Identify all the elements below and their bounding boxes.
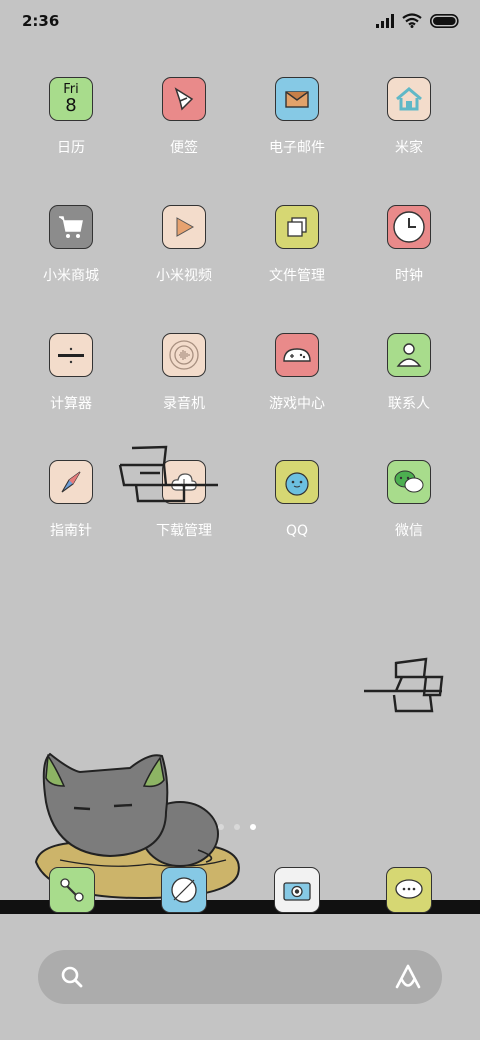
recorder-icon <box>162 333 206 377</box>
app-label: 文件管理 <box>269 268 325 284</box>
phone-icon <box>60 878 84 902</box>
mail-icon <box>275 77 319 121</box>
wechat-icon <box>387 460 431 504</box>
page-dot <box>234 824 240 830</box>
app-calculator[interactable]: 计算器 <box>16 333 126 413</box>
page-indicator <box>218 824 256 830</box>
status-time: 2:36 <box>22 12 60 30</box>
messages-icon <box>395 879 423 899</box>
browser-icon <box>171 877 197 903</box>
app-label: 指南针 <box>50 523 92 539</box>
signal-icon <box>376 13 394 28</box>
files-icon <box>275 205 319 249</box>
app-email[interactable]: 电子邮件 <box>242 77 352 157</box>
app-label: 计算器 <box>50 396 92 412</box>
status-bar: 2:36 <box>0 0 480 44</box>
page-dot-active <box>250 824 256 830</box>
app-label: 日历 <box>57 140 85 156</box>
dock-messages[interactable] <box>386 867 432 913</box>
app-game-center[interactable]: 游戏中心 <box>242 333 352 413</box>
dock-browser[interactable] <box>161 867 207 913</box>
search-icon <box>61 966 83 988</box>
notes-icon <box>162 77 206 121</box>
dock-phone[interactable] <box>49 867 95 913</box>
app-recorder[interactable]: 录音机 <box>129 333 239 413</box>
app-label: 录音机 <box>163 396 205 412</box>
wifi-icon <box>402 13 422 28</box>
cart-icon <box>49 205 93 249</box>
compass-icon <box>49 460 93 504</box>
app-mi-store[interactable]: 小米商城 <box>16 205 126 285</box>
status-icons <box>376 13 460 28</box>
calculator-icon <box>49 333 93 377</box>
play-icon <box>162 205 206 249</box>
app-label: 微信 <box>395 523 423 539</box>
clock-icon <box>387 205 431 249</box>
app-label: 联系人 <box>388 396 430 412</box>
app-compass[interactable]: 指南针 <box>16 460 126 540</box>
app-calendar[interactable]: Fri 8 日历 <box>16 77 126 157</box>
app-mihome[interactable]: 米家 <box>354 77 464 157</box>
page-dot <box>218 824 224 830</box>
contacts-icon <box>387 333 431 377</box>
app-label: 小米商城 <box>43 268 99 284</box>
app-clock[interactable]: 时钟 <box>354 205 464 285</box>
app-label: 时钟 <box>395 268 423 284</box>
app-contacts[interactable]: 联系人 <box>354 333 464 413</box>
camera-icon <box>283 882 311 901</box>
calendar-day: 8 <box>65 95 77 116</box>
app-wechat[interactable]: 微信 <box>354 460 464 540</box>
app-label: 小米视频 <box>156 268 212 284</box>
app-notes[interactable]: 便签 <box>129 77 239 157</box>
app-label: 下载管理 <box>156 523 212 539</box>
app-label: QQ <box>285 523 309 539</box>
app-label: 米家 <box>395 140 423 156</box>
wallpaper-doodle <box>118 445 218 503</box>
app-mi-video[interactable]: 小米视频 <box>129 205 239 285</box>
app-qq[interactable]: QQ <box>242 460 352 540</box>
home-icon <box>387 77 431 121</box>
qq-icon <box>275 460 319 504</box>
dock-camera[interactable] <box>274 867 320 913</box>
app-label: 电子邮件 <box>269 140 325 156</box>
calendar-icon: Fri 8 <box>49 77 93 121</box>
search-bar[interactable] <box>38 950 442 1004</box>
app-label: 便签 <box>170 140 198 156</box>
assistant-icon[interactable] <box>394 963 422 991</box>
wallpaper-doodle <box>364 657 444 713</box>
battery-icon <box>430 13 459 28</box>
app-file-manager[interactable]: 文件管理 <box>242 205 352 285</box>
app-label: 游戏中心 <box>269 396 325 412</box>
gamepad-icon <box>275 333 319 377</box>
